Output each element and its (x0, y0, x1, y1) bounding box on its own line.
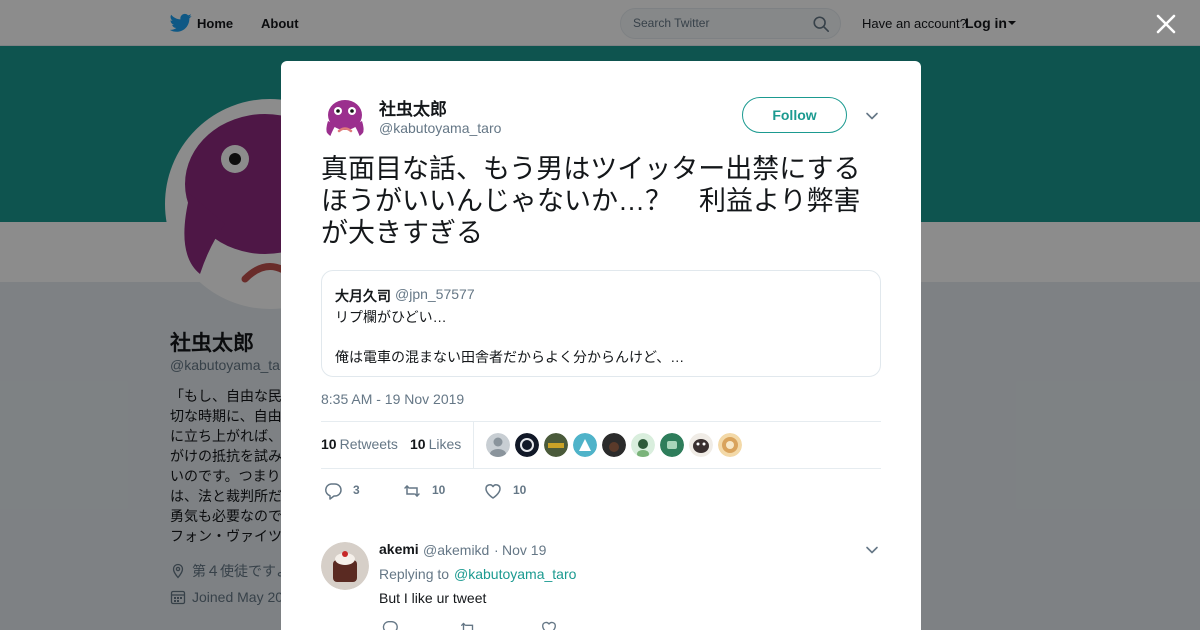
reply-author-name[interactable]: akemi (379, 541, 419, 557)
retweet-count: 10 (432, 483, 446, 497)
quote-author-handle: @jpn_57577 (395, 286, 475, 302)
liker-avatar[interactable] (515, 433, 539, 457)
like-count: 10 (513, 483, 527, 497)
reply-text: But I like ur tweet (379, 590, 487, 606)
reply-avatar[interactable] (321, 542, 369, 590)
follow-button[interactable]: Follow (742, 97, 847, 133)
tweet-text-line: 真面目な話、もう男はツイッター出禁にする (321, 154, 861, 184)
reply-date[interactable]: Nov 19 (502, 542, 546, 558)
retweet-icon[interactable] (459, 619, 477, 630)
author-name[interactable]: 社虫太郎 (379, 95, 447, 120)
quote-text-line: リプ欄がひどい… (335, 309, 447, 325)
quote-author-name: 大月久司 (335, 288, 391, 304)
tweet-text-line: が大きすぎる (321, 218, 483, 248)
liker-avatar[interactable] (544, 433, 568, 457)
close-icon[interactable] (1156, 14, 1176, 34)
quote-text-line: 俺は電車の混まない田舎者だからよく分からんけど、… (335, 349, 685, 365)
liker-avatar[interactable] (631, 433, 655, 457)
divider (321, 421, 881, 422)
liker-avatar[interactable] (689, 433, 713, 457)
heart-icon[interactable] (483, 481, 503, 501)
divider (473, 422, 474, 468)
liker-avatar[interactable] (718, 433, 742, 457)
author-handle[interactable]: @kabutoyama_taro (379, 120, 501, 136)
reply-icon[interactable] (381, 619, 399, 630)
replying-to-handle[interactable]: @kabutoyama_taro (454, 566, 576, 582)
tweet-text-line: ほうがいいんじゃないか…？ 利益より弊害 (321, 186, 861, 216)
tweet-modal: 社虫太郎 @kabutoyama_taro Follow 真面目な話、もう男はツ… (281, 61, 921, 630)
liker-avatar[interactable] (660, 433, 684, 457)
chevron-down-icon[interactable] (865, 543, 879, 557)
author-avatar[interactable] (321, 93, 369, 141)
reply-author-handle[interactable]: @akemikd (423, 542, 489, 558)
chevron-down-icon[interactable] (865, 109, 879, 123)
liker-avatar[interactable] (602, 433, 626, 457)
tweet-timestamp[interactable]: 8:35 AM - 19 Nov 2019 (321, 391, 464, 407)
liker-avatar[interactable] (486, 433, 510, 457)
divider (321, 468, 881, 469)
separator-dot: · (494, 542, 499, 558)
likes-label: Likes (428, 436, 462, 452)
quoted-tweet[interactable]: 大月久司 @jpn_57577 リプ欄がひどい… 俺は電車の混まない田舎者だから… (321, 270, 881, 377)
reply-count: 3 (353, 483, 360, 497)
retweets-count: 10 (321, 436, 337, 452)
tweet-text: 真面目な話、もう男はツイッター出禁にする ほうがいいんじゃないか…？ 利益より弊… (321, 153, 885, 249)
retweets-stat[interactable]: 10 Retweets (321, 436, 398, 452)
retweets-label: Retweets (339, 436, 398, 452)
retweet-icon[interactable] (402, 481, 422, 501)
replying-to-label: Replying to (379, 566, 450, 582)
liker-avatar[interactable] (573, 433, 597, 457)
likes-stat[interactable]: 10 Likes (410, 436, 461, 452)
reply-icon[interactable] (323, 481, 343, 501)
likes-count: 10 (410, 436, 426, 452)
heart-icon[interactable] (540, 619, 558, 630)
